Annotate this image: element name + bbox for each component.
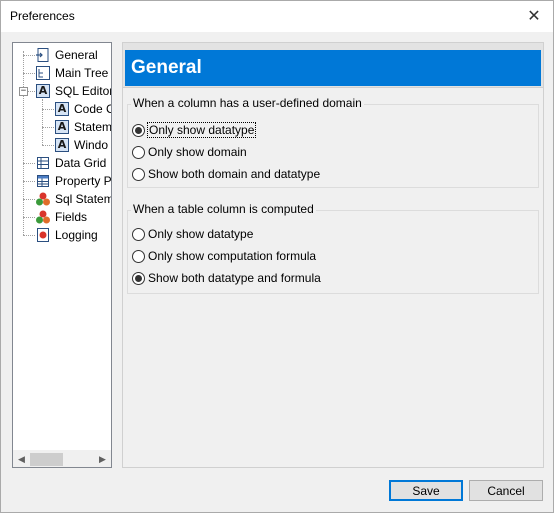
tree-item-sql-statements[interactable]: Sql Statem [35,190,112,208]
tree-item-statement[interactable]: A Statem [54,118,112,136]
radio-label: Show both domain and datatype [148,167,321,181]
settings-panel: General When a column has a user-defined… [122,42,544,468]
radio-only-show-domain[interactable]: Only show domain [132,143,247,161]
tree-icon [35,65,51,81]
domain-display-group: When a column has a user-defined domain … [127,96,539,188]
cancel-button[interactable]: Cancel [469,480,543,501]
tree-item-label: Fields [55,210,88,224]
radio-button[interactable] [132,167,145,181]
save-button[interactable]: Save [389,480,463,501]
shapes-icon [35,209,51,225]
tree-item-code-completion[interactable]: A Code C [54,100,112,118]
scrollbar-thumb[interactable] [30,453,63,466]
scroll-right-icon[interactable]: ▶ [94,451,111,467]
tree-item-label: Property P [55,174,112,188]
radio-button[interactable] [132,145,145,159]
collapse-toggle[interactable]: − [19,87,28,96]
tree-item-window[interactable]: A Windo [54,136,108,154]
grid-icon [35,155,51,171]
radio-computed-only-formula[interactable]: Only show computation formula [132,247,316,265]
tree-item-property-pages[interactable]: Property P [35,172,112,190]
tree-item-label: Statem [74,120,112,134]
shapes-icon [35,191,51,207]
radio-label: Only show datatype [148,227,254,241]
radio-button[interactable] [132,227,145,241]
letter-a-icon: A [54,119,70,135]
property-grid-icon [35,173,51,189]
radio-label: Show both datatype and formula [148,271,321,285]
tree-item-label: SQL Editor [55,84,112,98]
radio-label: Only show datatype [146,122,257,138]
tree-item-label: Windo [74,138,109,152]
scroll-left-icon[interactable]: ◀ [13,451,30,467]
page-arrow-icon [35,47,51,63]
tree-item-label: Data Grid [55,156,107,170]
radio-label: Only show computation formula [148,249,317,263]
tree-item-fields[interactable]: Fields [35,208,87,226]
title-bar: Preferences ✕ [1,1,553,32]
tree-item-label: Sql Statem [55,192,112,206]
radio-button[interactable] [132,249,145,263]
radio-computed-both[interactable]: Show both datatype and formula [132,269,321,287]
radio-only-show-datatype[interactable]: Only show datatype [132,121,257,139]
letter-a-icon: A [54,137,70,153]
close-icon[interactable]: ✕ [523,5,545,27]
tree-item-sql-editor[interactable]: A SQL Editor [35,82,112,100]
computed-column-group: When a table column is computed Only sho… [127,202,539,294]
tree-item-label: Logging [55,228,98,242]
tree-item-main-tree[interactable]: Main Tree [35,64,108,82]
tree-item-label: Main Tree [55,66,109,80]
radio-button[interactable] [132,271,145,285]
radio-button[interactable] [132,123,145,137]
preferences-window: Preferences ✕ − General Main Tree A SQL … [0,0,554,513]
log-icon [35,227,51,243]
radio-label: Only show domain [148,145,247,159]
tree-horizontal-scrollbar[interactable]: ◀ ▶ [13,450,111,467]
group-label: When a table column is computed [131,202,316,216]
tree-item-label: General [55,48,98,62]
letter-a-icon: A [54,101,70,117]
panel-title: General [125,50,541,86]
tree-item-data-grid[interactable]: Data Grid [35,154,106,172]
radio-show-domain-and-datatype[interactable]: Show both domain and datatype [132,165,320,183]
tree-item-logging[interactable]: Logging [35,226,98,244]
preferences-tree[interactable]: − General Main Tree A SQL Editor A Code … [12,42,112,468]
window-title: Preferences [10,9,75,23]
group-label: When a column has a user-defined domain [131,96,364,110]
tree-item-general[interactable]: General [35,46,98,64]
radio-computed-only-datatype[interactable]: Only show datatype [132,225,253,243]
letter-a-icon: A [35,83,51,99]
panel-header: General [123,43,543,88]
tree-item-label: Code C [74,102,112,116]
